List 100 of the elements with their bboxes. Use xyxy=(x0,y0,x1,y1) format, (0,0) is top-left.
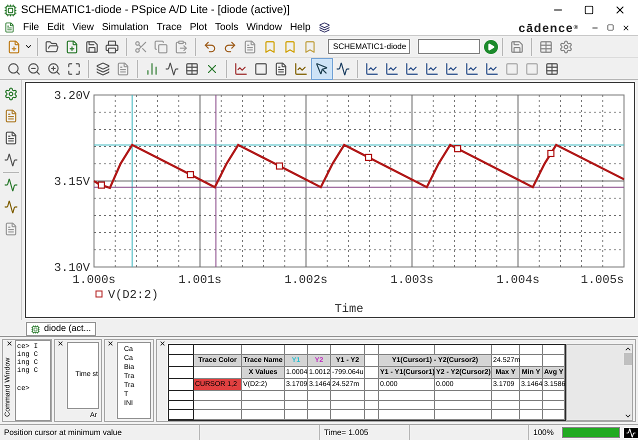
table-cell xyxy=(365,345,379,355)
table-cell xyxy=(492,410,520,420)
input-field[interactable] xyxy=(418,39,480,54)
menu-item[interactable]: Plot xyxy=(190,20,207,35)
cursor-line[interactable] xyxy=(94,144,624,146)
waveform-icon xyxy=(626,428,636,438)
waveform-icon[interactable] xyxy=(165,62,179,76)
pointer-icon[interactable] xyxy=(315,62,329,76)
menu-item[interactable]: Window xyxy=(246,20,282,35)
scroll-up-icon[interactable] xyxy=(624,345,632,353)
menu-item[interactable]: Tools xyxy=(215,20,238,35)
run-icon[interactable] xyxy=(487,42,495,50)
cursor-line[interactable] xyxy=(215,94,216,268)
point xyxy=(547,150,554,158)
cursor-line[interactable] xyxy=(94,186,624,188)
square-icon[interactable] xyxy=(254,62,268,76)
document-icon[interactable] xyxy=(274,62,288,76)
menu-item[interactable]: File xyxy=(23,20,40,35)
waveform-icon[interactable] xyxy=(4,200,18,214)
brand-logo: cādence$^{®}$ xyxy=(518,20,579,36)
menu-item[interactable]: Edit xyxy=(47,20,64,35)
table-icon[interactable] xyxy=(545,62,559,76)
close-icon[interactable] xyxy=(6,340,12,347)
zoom-fit-icon[interactable] xyxy=(67,62,81,76)
table-cell xyxy=(492,390,520,400)
table-cell xyxy=(285,400,308,410)
x-tick-label: 1.000s xyxy=(72,273,116,287)
scrollbar-thumb[interactable] xyxy=(624,353,632,365)
close-icon[interactable] xyxy=(622,24,630,32)
menu-item[interactable]: Help xyxy=(290,20,311,35)
settings-icon[interactable] xyxy=(559,40,573,54)
table-cell xyxy=(285,390,308,400)
document-icon xyxy=(4,22,15,33)
bar-chart-icon[interactable] xyxy=(145,62,159,76)
cursor-tool-icon[interactable] xyxy=(405,62,419,76)
scroll-down-icon[interactable] xyxy=(624,412,632,420)
y-tick-label: 3.10V xyxy=(54,261,90,275)
point xyxy=(98,182,106,189)
maximize-icon[interactable] xyxy=(584,5,594,15)
line-chart-icon[interactable] xyxy=(294,62,308,76)
save-icon[interactable] xyxy=(510,40,524,54)
layers-icon[interactable] xyxy=(96,62,110,76)
search-icon[interactable] xyxy=(7,62,21,76)
redo-icon[interactable] xyxy=(223,40,237,54)
zoom-in-icon[interactable] xyxy=(47,62,61,76)
table-cell xyxy=(543,390,565,400)
printer-icon[interactable] xyxy=(105,40,119,54)
close-icon[interactable] xyxy=(106,340,114,347)
folder-icon[interactable] xyxy=(45,40,59,54)
table-cell xyxy=(543,400,565,410)
table-cell xyxy=(520,410,543,420)
document-tab[interactable]: diode (act... xyxy=(26,322,96,336)
restore-icon[interactable] xyxy=(607,24,614,30)
table-cell xyxy=(308,410,331,420)
table-cell xyxy=(435,390,492,400)
table-cell xyxy=(331,390,365,400)
table-cell xyxy=(331,400,365,410)
table-cell xyxy=(543,410,565,420)
line-chart-icon[interactable] xyxy=(234,62,248,76)
waveform-icon[interactable] xyxy=(4,178,18,192)
x-tick-label: 1.003s xyxy=(390,273,434,287)
window-title: SCHEMATIC1-diode - PSpice A/D Lite - [diode (active)] xyxy=(21,2,290,18)
waveform-icon[interactable] xyxy=(4,153,18,167)
menu-item[interactable]: View xyxy=(72,20,94,35)
close-icon[interactable] xyxy=(614,4,626,16)
grid-icon[interactable] xyxy=(539,40,553,54)
save-icon[interactable] xyxy=(85,40,99,54)
x-tick-label: 1.005s xyxy=(580,273,624,287)
menu-item[interactable]: Simulation xyxy=(102,20,149,35)
undo-icon[interactable] xyxy=(203,40,217,54)
cursor-tool-icon[interactable] xyxy=(365,62,379,76)
table-cell xyxy=(379,400,435,410)
gear-icon[interactable] xyxy=(4,87,18,101)
profile-field[interactable]: SCHEMATIC1-diode xyxy=(328,39,410,54)
cursor-tool-icon[interactable] xyxy=(485,62,499,76)
y-tick-label: 3.20V xyxy=(54,89,90,103)
caret-icon[interactable] xyxy=(24,42,33,51)
legend-marker xyxy=(96,290,102,298)
new-file-icon[interactable] xyxy=(65,40,79,54)
waveform-icon[interactable] xyxy=(336,62,350,76)
document-icon[interactable] xyxy=(4,131,18,145)
schematic-icon xyxy=(31,324,40,334)
close-icon[interactable] xyxy=(158,340,166,347)
zoom-out-icon[interactable] xyxy=(27,62,41,76)
close-icon[interactable] xyxy=(56,340,64,347)
point xyxy=(186,171,194,178)
cursor-tool-icon[interactable] xyxy=(425,62,439,76)
app-icon xyxy=(4,4,17,16)
x-tick-label: 1.004s xyxy=(496,273,540,287)
table-cell xyxy=(242,400,285,410)
cursor-tool-icon[interactable] xyxy=(465,62,479,76)
table-cell xyxy=(492,400,520,410)
menu-item[interactable]: Trace xyxy=(156,20,182,35)
cursor-tool-icon[interactable] xyxy=(385,62,399,76)
cursor-line[interactable] xyxy=(132,94,133,268)
legend-label[interactable]: V(D2:2) xyxy=(108,288,158,302)
table-cell xyxy=(379,390,435,400)
cursor-tool-icon[interactable] xyxy=(445,62,459,76)
table-icon[interactable] xyxy=(185,62,199,76)
document-icon[interactable] xyxy=(4,109,18,123)
